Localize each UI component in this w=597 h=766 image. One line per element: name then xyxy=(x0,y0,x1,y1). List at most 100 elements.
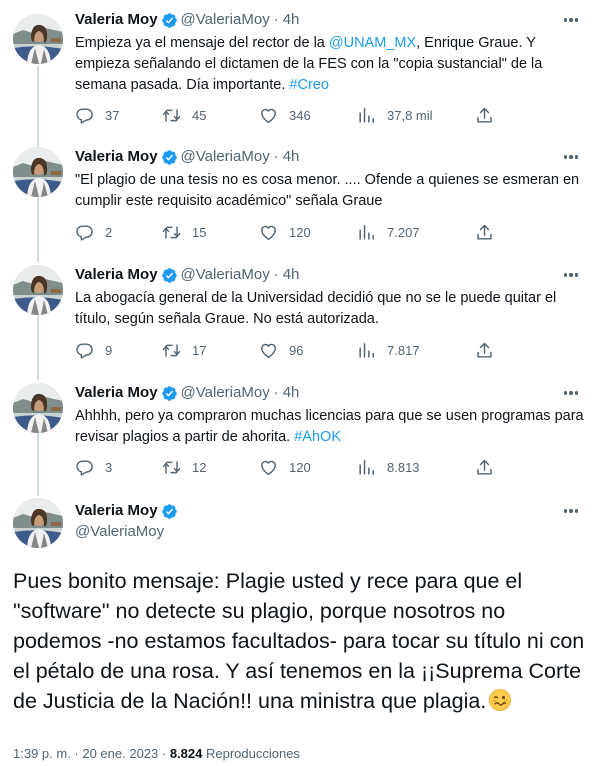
hashtag-link[interactable]: #AhOK xyxy=(294,429,341,445)
tweet-time[interactable]: 4h xyxy=(283,148,300,166)
share-button[interactable] xyxy=(475,106,494,125)
tweet-header: Valeria Moy @ValeriaMoy · 4h xyxy=(75,384,299,402)
verified-badge-icon xyxy=(161,503,178,520)
speech-bubble-icon xyxy=(75,223,94,242)
more-dots-icon[interactable] xyxy=(559,11,583,29)
retweet-icon xyxy=(162,458,181,477)
tweet-text-part: Empieza ya el mensaje del rector de la xyxy=(75,35,329,51)
retweet-icon xyxy=(162,341,181,360)
retweet-count: 15 xyxy=(192,224,207,240)
retweet-button[interactable]: 17 xyxy=(162,341,206,360)
author-name[interactable]: Valeria Moy xyxy=(75,266,158,284)
thread-tweet[interactable]: Valeria Moy @ValeriaMoy · 4h Empieza ya … xyxy=(0,0,597,140)
thread-tweet[interactable]: Valeria Moy @ValeriaMoy · 4h La abogacía… xyxy=(0,258,597,376)
share-icon xyxy=(475,458,494,477)
reply-count: 2 xyxy=(105,224,113,240)
views-button[interactable]: 7.817 xyxy=(357,341,420,360)
more-dots-icon[interactable] xyxy=(559,266,583,284)
bar-chart-icon xyxy=(357,223,376,242)
reply-count: 9 xyxy=(105,342,113,358)
tweet-text: Empieza ya el mensaje del rector de la @… xyxy=(75,33,585,96)
thread-tweet[interactable]: Valeria Moy @ValeriaMoy · 4h Ahhhh, pero… xyxy=(0,376,597,492)
author-handle[interactable]: @ValeriaMoy xyxy=(181,11,270,29)
focused-tweet-text: Pues bonito mensaje: Plagie usted y rece… xyxy=(13,566,588,716)
reply-count: 3 xyxy=(105,459,113,475)
like-button[interactable]: 96 xyxy=(259,341,303,360)
tweet-time[interactable]: 4h xyxy=(283,266,300,284)
author-name[interactable]: Valeria Moy xyxy=(75,11,158,29)
speech-bubble-icon xyxy=(75,341,94,360)
separator-dot: · xyxy=(273,266,279,283)
tweet-text: La abogacía general de la Universidad de… xyxy=(75,290,557,327)
heart-icon xyxy=(259,223,278,242)
separator-dot: · xyxy=(273,148,279,165)
views-count: 7.207 xyxy=(387,224,420,240)
share-icon xyxy=(475,341,494,360)
thread-tweet[interactable]: Valeria Moy @ValeriaMoy · 4h "El plagio … xyxy=(0,140,597,258)
author-handle[interactable]: @ValeriaMoy xyxy=(75,523,164,541)
author-name[interactable]: Valeria Moy xyxy=(75,384,158,402)
avatar[interactable] xyxy=(13,498,63,548)
author-name[interactable]: Valeria Moy xyxy=(75,502,158,520)
retweet-icon xyxy=(162,223,181,242)
mention-link[interactable]: @UNAM_MX xyxy=(329,35,416,51)
reply-button[interactable]: 3 xyxy=(75,458,112,477)
like-button[interactable]: 346 xyxy=(259,106,311,125)
views-total: 8.824 xyxy=(169,746,203,761)
reply-button[interactable]: 2 xyxy=(75,223,112,242)
retweet-button[interactable]: 12 xyxy=(162,458,206,477)
tweet-header: Valeria Moy @ValeriaMoy · 4h xyxy=(75,266,299,284)
views-button[interactable]: 37,8 mil xyxy=(357,106,433,125)
bar-chart-icon xyxy=(357,341,376,360)
verified-badge-icon xyxy=(161,267,178,284)
separator-dot: · xyxy=(273,384,279,401)
views-label: Reproducciones xyxy=(202,746,300,761)
verified-badge-icon xyxy=(161,12,178,29)
tweet-time[interactable]: 4h xyxy=(283,384,300,402)
avatar[interactable] xyxy=(13,383,63,433)
author-handle[interactable]: @ValeriaMoy xyxy=(181,148,270,166)
hashtag-link[interactable]: #Creo xyxy=(289,77,329,93)
speech-bubble-icon xyxy=(75,106,94,125)
tweet-actions: 37 45 346 37,8 mil xyxy=(75,104,505,126)
author-handle[interactable]: @ValeriaMoy xyxy=(181,266,270,284)
share-button[interactable] xyxy=(475,458,494,477)
author-handle[interactable]: @ValeriaMoy xyxy=(181,384,270,402)
share-button[interactable] xyxy=(475,223,494,242)
reply-count: 37 xyxy=(105,107,120,123)
views-count: 37,8 mil xyxy=(387,107,433,123)
avatar[interactable] xyxy=(13,147,63,197)
like-count: 346 xyxy=(289,107,311,123)
share-button[interactable] xyxy=(475,341,494,360)
more-dots-icon[interactable] xyxy=(559,148,583,166)
tweet-handle-row: @ValeriaMoy xyxy=(75,523,164,541)
verified-badge-icon xyxy=(161,385,178,402)
tweet-meta: 1:39 p. m. · 20 ene. 2023 · 8.824 Reprod… xyxy=(13,746,300,761)
like-count: 96 xyxy=(289,342,304,358)
tweet-actions: 2 15 120 7.207 xyxy=(75,221,505,243)
like-button[interactable]: 120 xyxy=(259,223,311,242)
views-count: 7.817 xyxy=(387,342,420,358)
tweet-time[interactable]: 4h xyxy=(283,11,300,29)
tweet-timestamp[interactable]: 1:39 p. m. · 20 ene. 2023 · xyxy=(13,746,170,761)
speech-bubble-icon xyxy=(75,458,94,477)
reply-button[interactable]: 9 xyxy=(75,341,112,360)
author-name[interactable]: Valeria Moy xyxy=(75,148,158,166)
reply-button[interactable]: 37 xyxy=(75,106,119,125)
like-button[interactable]: 120 xyxy=(259,458,311,477)
more-dots-icon[interactable] xyxy=(559,384,583,402)
avatar[interactable] xyxy=(13,265,63,315)
avatar[interactable] xyxy=(13,14,63,64)
views-button[interactable]: 8.813 xyxy=(357,458,420,477)
retweet-button[interactable]: 45 xyxy=(162,106,206,125)
heart-icon xyxy=(259,458,278,477)
more-dots-icon[interactable] xyxy=(559,502,583,520)
retweet-icon xyxy=(162,106,181,125)
bar-chart-icon xyxy=(357,106,376,125)
retweet-button[interactable]: 15 xyxy=(162,223,206,242)
views-count: 8.813 xyxy=(387,459,420,475)
verified-badge-icon xyxy=(161,149,178,166)
heart-icon xyxy=(259,106,278,125)
retweet-count: 12 xyxy=(192,459,207,475)
views-button[interactable]: 7.207 xyxy=(357,223,420,242)
